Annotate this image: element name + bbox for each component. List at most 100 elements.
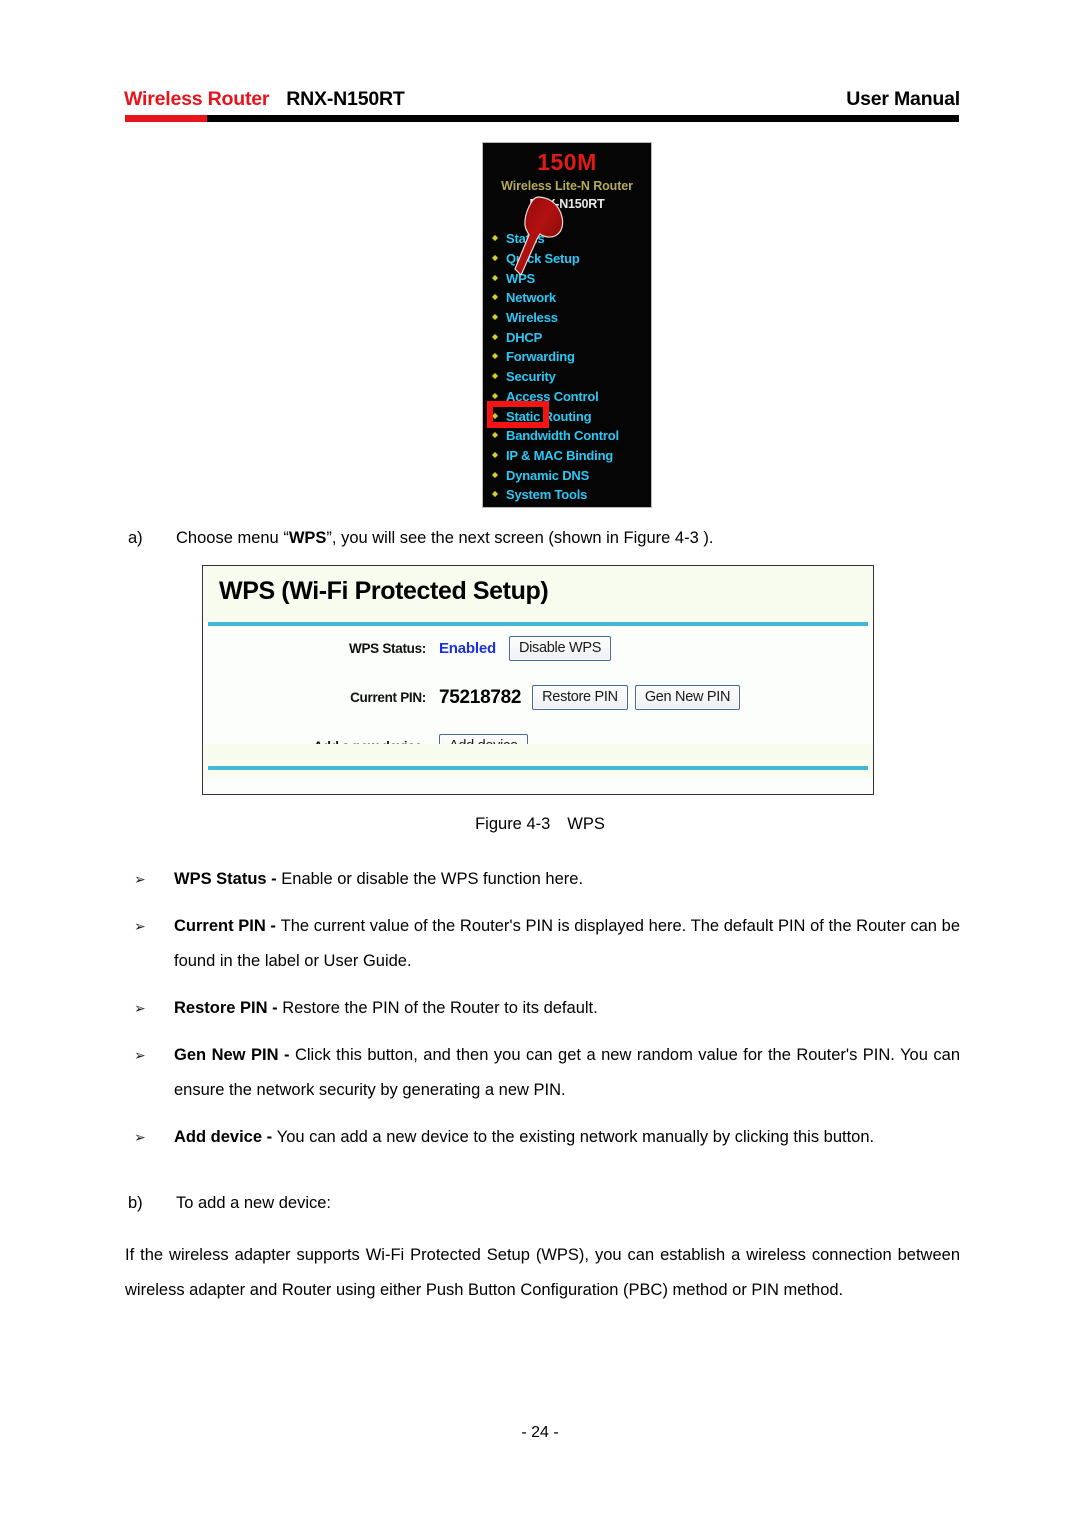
router-menu-item-label: IP & MAC Binding	[506, 447, 614, 463]
header-left-group: Wireless Router RNX-N150RT	[124, 88, 405, 111]
field-description-term: Gen New PIN -	[174, 1046, 295, 1064]
gen-new-pin-button[interactable]: Gen New PIN	[634, 685, 741, 710]
wps-panel-footer-zone	[203, 744, 873, 778]
list-arrow-bullet-icon: ➢	[134, 871, 146, 887]
current-pin-value: 75218782	[439, 686, 522, 708]
step-a-emphasis: WPS	[288, 529, 327, 547]
router-menu-item-dhcp[interactable]: DHCP	[491, 327, 651, 347]
router-banner-model: RNX-N150RT	[529, 197, 605, 211]
list-arrow-bullet-icon: ➢	[134, 1000, 146, 1016]
restore-pin-button[interactable]: Restore PIN	[532, 685, 628, 710]
list-arrow-bullet-icon: ➢	[134, 1047, 146, 1063]
router-menu-item-security[interactable]: Security	[491, 367, 651, 387]
list-arrow-bullet-icon: ➢	[134, 918, 146, 934]
router-menu-item-label: WPS	[506, 270, 536, 286]
field-description-item: ➢ Add device - You can add a new device t…	[128, 1120, 960, 1155]
field-description-term: Current PIN -	[174, 917, 281, 935]
header-divider-rule	[125, 115, 959, 122]
router-menu-item-label: Forwarding	[506, 349, 575, 365]
router-menu-item-forwarding[interactable]: Forwarding	[491, 347, 651, 367]
router-banner-subtitle: Wireless Lite-N Router	[501, 179, 633, 193]
field-description-text: Restore the PIN of the Router to its def…	[282, 999, 598, 1017]
field-description-term: Restore PIN -	[174, 999, 283, 1017]
field-description-text: You can add a new device to the existing…	[276, 1128, 875, 1146]
current-pin-row: Current PIN: 75218782 Restore PIN Gen Ne…	[203, 685, 873, 710]
router-menu-item-label: Network	[506, 290, 556, 306]
manual-page: Wireless Router RNX-N150RT User Manual 1…	[0, 0, 1080, 1527]
wps-bottom-rule	[208, 766, 868, 770]
wps-panel-title-zone: WPS (Wi-Fi Protected Setup)	[203, 566, 873, 622]
disable-wps-button[interactable]: Disable WPS	[508, 636, 612, 661]
wps-panel-title: WPS (Wi-Fi Protected Setup)	[219, 577, 549, 605]
menu-bullet-diamond-icon	[491, 333, 500, 342]
menu-bullet-diamond-icon	[491, 392, 500, 401]
wps-status-row: WPS Status: Enabled Disable WPS	[203, 636, 873, 661]
step-b-paragraph: b) To add a new device:	[128, 1191, 960, 1215]
closing-paragraph: If the wireless adapter supports Wi-Fi P…	[125, 1246, 960, 1299]
list-arrow-bullet-icon: ➢	[134, 1129, 146, 1145]
field-description-term: WPS Status -	[174, 870, 282, 888]
wps-field-descriptions: ➢ WPS Status - Enable or disable the WPS …	[128, 862, 960, 1167]
router-menu-item-bandwidth-control[interactable]: Bandwidth Control	[491, 426, 651, 446]
step-b-text: To add a new device:	[176, 1194, 332, 1212]
field-description-item: ➢ WPS Status - Enable or disable the WPS …	[128, 862, 960, 897]
current-pin-label: Current PIN:	[350, 690, 426, 705]
router-banner-speed: 150M	[537, 149, 597, 175]
header-model: RNX-N150RT	[286, 87, 405, 110]
step-a-paragraph: a) Choose menu “WPS”, you will see the ne…	[128, 526, 960, 550]
field-description-item: ➢ Restore PIN - Restore the PIN of the Ro…	[128, 991, 960, 1026]
menu-bullet-diamond-icon	[491, 254, 500, 263]
router-menu-item-label: Dynamic DNS	[506, 467, 590, 483]
figure-caption: Figure 4-3 WPS	[0, 815, 1080, 834]
router-menu-item-system-tools[interactable]: System Tools	[491, 485, 651, 505]
header-rule-red-segment	[125, 115, 207, 122]
menu-bullet-diamond-icon	[491, 313, 500, 322]
step-a-marker: a)	[128, 529, 143, 547]
wps-configuration-panel: WPS (Wi-Fi Protected Setup) WPS Status: …	[202, 565, 874, 795]
router-menu-item-label: System Tools	[506, 487, 588, 503]
router-menu-screenshot: 150M Wireless Lite-N Router RNX-N150RT S…	[482, 142, 652, 508]
menu-bullet-diamond-icon	[491, 431, 500, 440]
router-menu-item-ip-mac-binding[interactable]: IP & MAC Binding	[491, 446, 651, 466]
router-menu-item-label: Bandwidth Control	[506, 428, 619, 444]
page-header: Wireless Router RNX-N150RT User Manual	[124, 80, 960, 118]
header-rule-black-segment	[207, 115, 959, 122]
router-menu-item-wps[interactable]: WPS	[491, 268, 651, 288]
menu-bullet-diamond-icon	[491, 293, 500, 302]
wps-highlight-box	[487, 401, 549, 428]
field-description-item: ➢ Current PIN - The current value of the …	[128, 909, 960, 979]
step-b-marker: b)	[128, 1194, 143, 1212]
step-a-text-after: ”, you will see the next screen (shown i…	[326, 529, 714, 547]
field-description-term: Add device -	[174, 1128, 277, 1146]
figure-caption-name: WPS	[567, 815, 605, 833]
wps-status-value: Enabled	[439, 640, 496, 657]
wps-status-label: WPS Status:	[349, 641, 426, 656]
menu-bullet-diamond-icon	[491, 372, 500, 381]
router-menu-item-quick-setup[interactable]: Quick Setup	[491, 249, 651, 269]
menu-bullet-diamond-icon	[491, 274, 500, 283]
field-description-text: The current value of the Router's PIN is…	[174, 917, 960, 970]
router-menu-item-status[interactable]: Status	[491, 229, 651, 249]
menu-bullet-diamond-icon	[491, 490, 500, 499]
router-menu-item-label: Status	[506, 231, 545, 247]
router-menu-item-wireless[interactable]: Wireless	[491, 308, 651, 328]
router-menu-item-label: Wireless	[506, 310, 558, 326]
field-description-text: Enable or disable the WPS function here.	[281, 870, 584, 888]
router-menu-item-dynamic-dns[interactable]: Dynamic DNS	[491, 465, 651, 485]
menu-bullet-diamond-icon	[491, 451, 500, 460]
header-doc-type: User Manual	[846, 87, 960, 110]
menu-bullet-diamond-icon	[491, 234, 500, 243]
router-menu-item-network[interactable]: Network	[491, 288, 651, 308]
router-menu-item-label: DHCP	[506, 329, 543, 345]
header-brand: Wireless Router	[124, 87, 270, 110]
step-a-text-before: Choose menu “	[176, 529, 289, 547]
field-description-item: ➢ Gen New PIN - Click this button, and th…	[128, 1038, 960, 1108]
wps-panel-body: WPS Status: Enabled Disable WPS Current …	[203, 626, 873, 759]
router-side-menu: Status Quick Setup WPS Network Wireless DHCP F…	[491, 229, 651, 505]
menu-bullet-diamond-icon	[491, 471, 500, 480]
router-menu-item-label: Security	[506, 369, 556, 385]
menu-bullet-diamond-icon	[491, 352, 500, 361]
page-number: - 24 -	[521, 1424, 559, 1441]
router-menu-item-label: Quick Setup	[506, 251, 580, 267]
figure-caption-number: Figure 4-3	[475, 815, 551, 833]
